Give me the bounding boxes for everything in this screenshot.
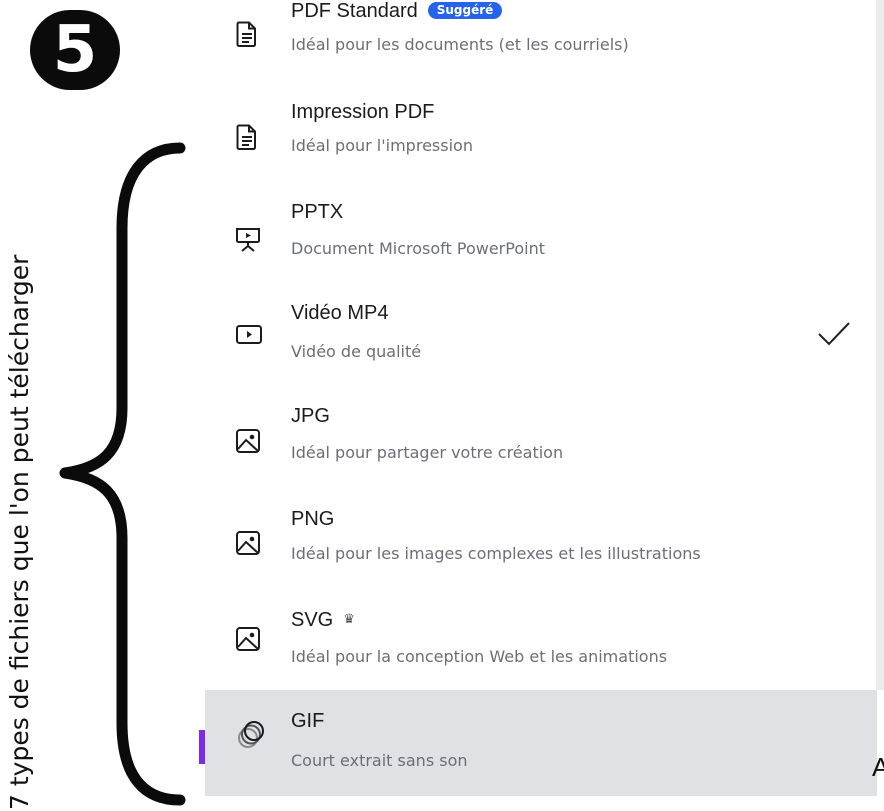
option-svg[interactable]: SVG ♛ Idéal pour la conception Web et les…: [205, 601, 877, 704]
option-description: Idéal pour les documents (et les courrie…: [291, 35, 629, 54]
suggested-badge: Suggéré: [427, 2, 503, 19]
video-icon: [235, 322, 262, 346]
document-icon: [235, 124, 259, 150]
option-gif[interactable]: GIF Court extrait sans son: [205, 690, 877, 796]
option-impression-pdf[interactable]: Impression PDF Idéal pour l'impression: [205, 86, 877, 189]
document-icon: [235, 21, 259, 47]
option-video-mp4[interactable]: Vidéo MP4 Vidéo de qualité: [205, 292, 877, 395]
option-jpg[interactable]: JPG Idéal pour partager votre création: [205, 395, 877, 498]
option-title: JPG: [291, 405, 330, 427]
option-title: Impression PDF: [291, 101, 435, 123]
option-description: Document Microsoft PowerPoint: [291, 239, 545, 258]
crown-icon: ♛: [343, 611, 355, 626]
option-title: GIF: [291, 710, 325, 732]
image-icon: [235, 626, 260, 651]
option-title: Vidéo MP4: [291, 302, 389, 324]
option-description: Idéal pour les images complexes et les i…: [291, 544, 701, 563]
tutorial-screenshot: 5 7 types de fichiers que l'on peut télé…: [0, 0, 884, 811]
option-description: Vidéo de qualité: [291, 342, 422, 361]
option-pptx[interactable]: PPTX Document Microsoft PowerPoint: [205, 189, 877, 292]
option-title: SVG ♛: [291, 609, 355, 631]
option-pdf-standard[interactable]: PDF Standard Suggéré Idéal pour les docum…: [205, 0, 877, 86]
option-title: PNG: [291, 508, 335, 530]
file-types-caption: 7 types de fichiers que l'on peut téléch…: [5, 254, 34, 810]
option-description: Court extrait sans son: [291, 751, 468, 770]
download-format-menu: PDF Standard Suggéré Idéal pour les docum…: [205, 0, 884, 811]
menu-scroll-edge: [876, 0, 884, 690]
image-icon: [235, 530, 260, 555]
option-title: PPTX: [291, 201, 344, 223]
gif-icon: [235, 720, 264, 750]
option-title: PDF Standard Suggéré: [291, 0, 503, 23]
checkmark-icon: [818, 322, 850, 346]
presentation-icon: [235, 226, 260, 252]
partial-text: A: [872, 752, 884, 782]
image-icon: [235, 428, 260, 453]
option-description: Idéal pour la conception Web et les anim…: [291, 647, 668, 666]
option-description: Idéal pour l'impression: [291, 136, 473, 155]
curly-brace-annotation: [59, 142, 186, 806]
option-png[interactable]: PNG Idéal pour les images complexes et l…: [205, 498, 877, 601]
step-number-badge: 5: [30, 10, 120, 90]
option-description: Idéal pour partager votre création: [291, 443, 564, 462]
